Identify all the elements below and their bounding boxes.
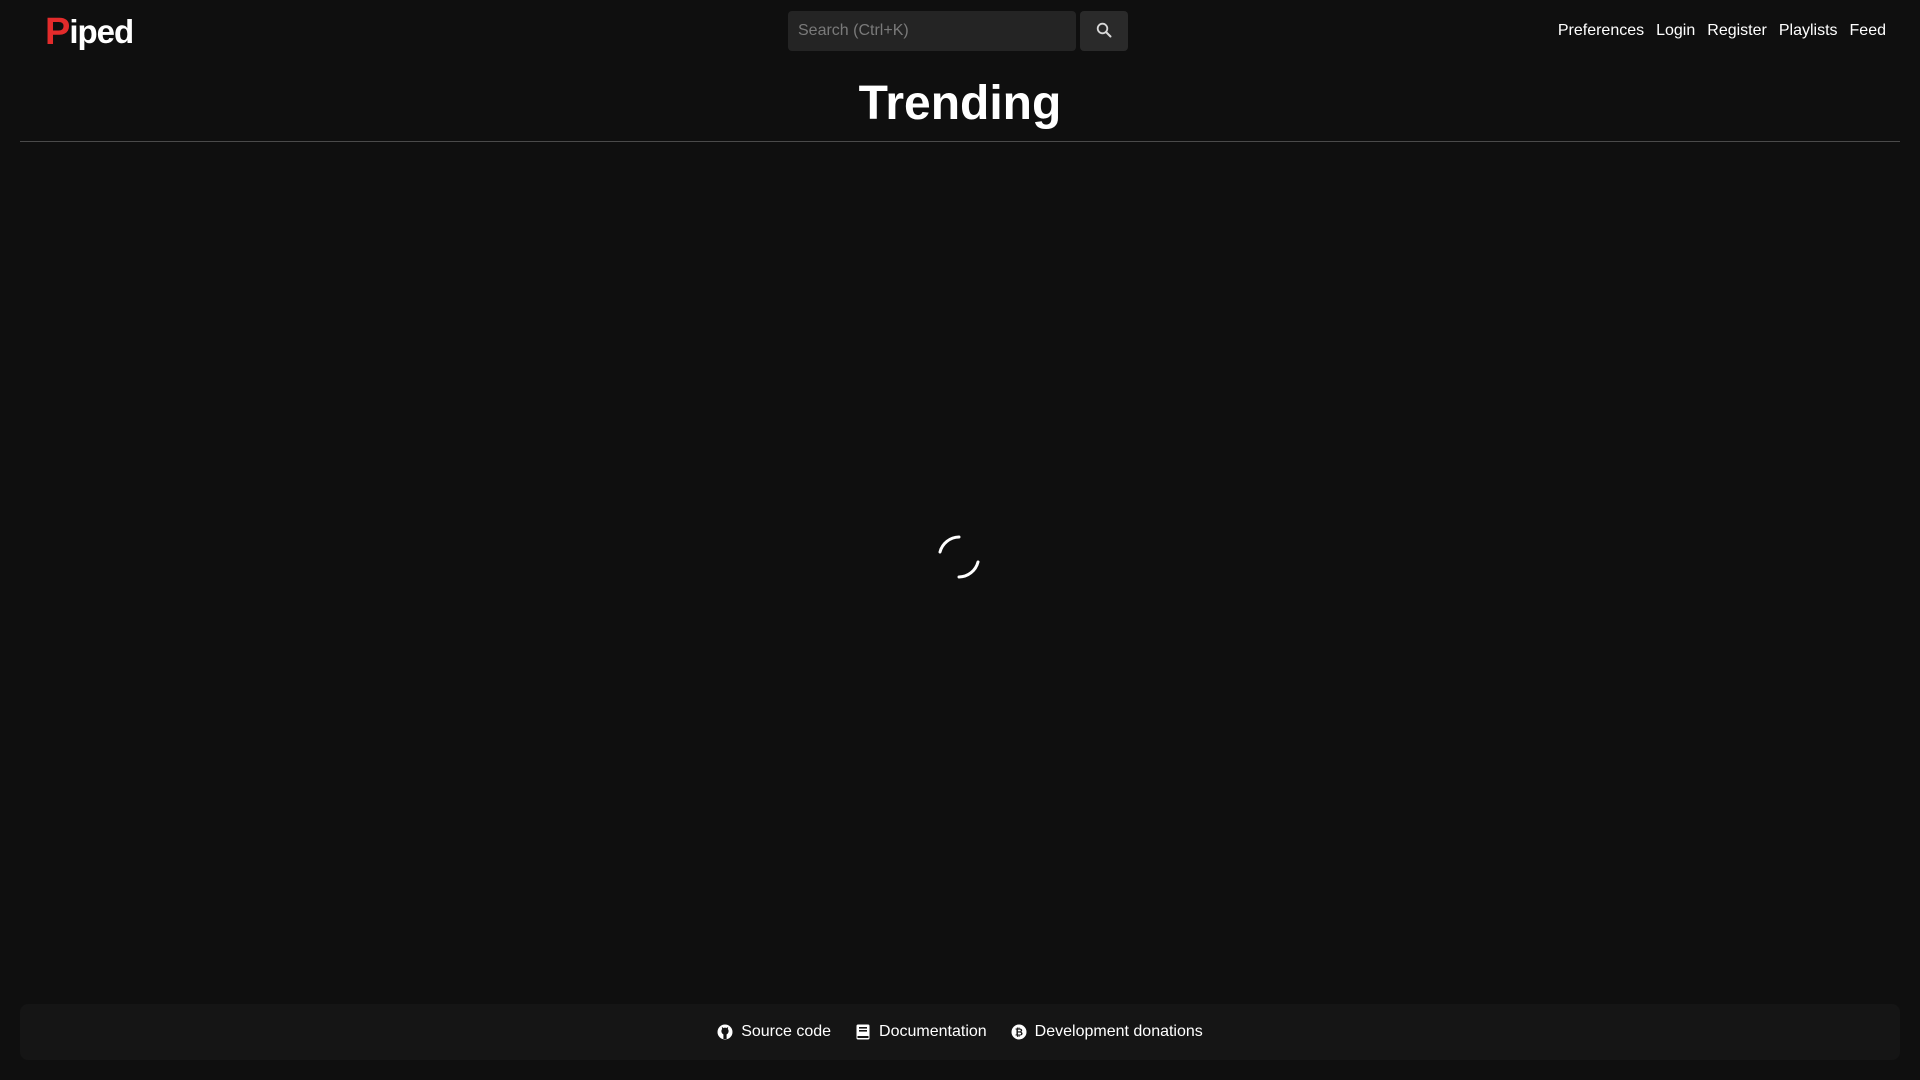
- nav-feed[interactable]: Feed: [1850, 20, 1886, 42]
- search-input[interactable]: [788, 11, 1076, 51]
- header: Piped Preferences Login Register Playlis…: [0, 0, 1920, 64]
- book-icon: [855, 1024, 871, 1040]
- search-button[interactable]: [1080, 11, 1128, 51]
- nav-register[interactable]: Register: [1707, 20, 1767, 42]
- github-icon: [717, 1024, 733, 1040]
- svg-text:₿: ₿: [1015, 1027, 1023, 1039]
- documentation-label: Documentation: [879, 1023, 987, 1040]
- search-icon: [1096, 22, 1112, 41]
- nav-playlists[interactable]: Playlists: [1779, 20, 1838, 42]
- loading-spinner-icon: [932, 530, 986, 584]
- search-bar: [788, 11, 1128, 51]
- title-divider: [20, 141, 1900, 142]
- page-title: Trending: [858, 77, 1062, 130]
- donations-link[interactable]: ₿ Development donations: [1011, 1023, 1203, 1041]
- donate-icon: ₿: [1011, 1024, 1027, 1040]
- logo-text: iped: [69, 13, 134, 50]
- source-code-label: Source code: [741, 1023, 832, 1040]
- nav-login[interactable]: Login: [1656, 20, 1695, 42]
- documentation-link[interactable]: Documentation: [855, 1023, 987, 1041]
- source-code-link[interactable]: Source code: [717, 1023, 831, 1041]
- footer: Source code Documentation ₿ Development: [20, 1004, 1900, 1060]
- piped-logo[interactable]: Piped: [45, 11, 134, 53]
- main-nav: Preferences Login Register Playlists Fee…: [1558, 20, 1886, 42]
- nav-preferences[interactable]: Preferences: [1558, 20, 1644, 42]
- donations-label: Development donations: [1034, 1023, 1203, 1040]
- page: Piped Preferences Login Register Playlis…: [0, 0, 1920, 1080]
- logo-initial: P: [45, 11, 70, 53]
